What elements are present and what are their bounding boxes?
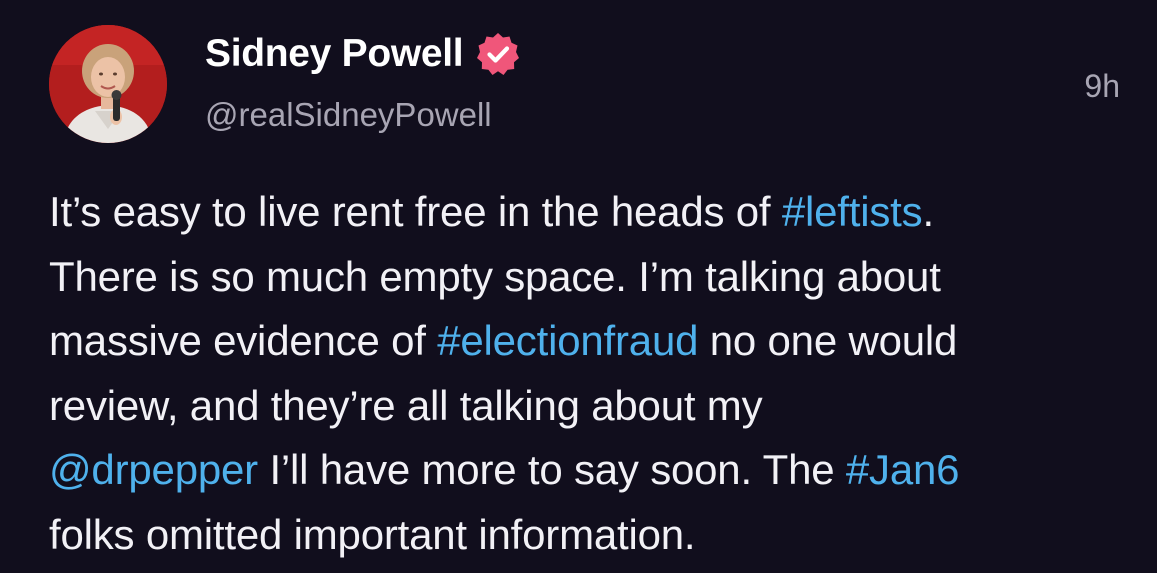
post-text-segment: I’ll have more to say soon. The [257,446,846,493]
author-handle[interactable]: @realSidneyPowell [205,96,492,134]
post-text-line: massive evidence of #electionfraud no on… [49,309,1129,374]
post-text-line: It’s easy to live rent free in the heads… [49,180,1129,245]
post-text-line: There is so much empty space. I’m talkin… [49,245,1129,310]
post-text-segment: no one would [698,317,958,364]
profile-photo [49,25,167,143]
post-card: Sidney Powell @realSidneyPowell 9h It’s … [0,0,1157,573]
post-text-segment: review, and they’re all talking about my [49,381,763,429]
mention-link[interactable]: @drpepper [49,446,258,493]
post-text-segment: folks omitted important information. [49,510,696,558]
post-text-line: folks omitted important information. [49,503,1129,568]
post-text-segment: . [922,188,934,235]
post-text-segment: It’s easy to live rent free in the heads… [49,188,782,235]
post-text-line: review, and they’re all talking about my [49,374,1129,439]
author-avatar[interactable] [49,25,167,143]
hashtag-link[interactable]: #electionfraud [437,317,698,364]
hashtag-link[interactable]: #Jan6 [846,446,960,493]
verified-badge-icon [477,33,520,75]
post-text: It’s easy to live rent free in the heads… [49,180,1129,567]
hashtag-link[interactable]: #leftists [782,188,923,235]
author-name-row: Sidney Powell [205,30,521,78]
author-display-name[interactable]: Sidney Powell [205,32,464,76]
post-text-line: @drpepper I’ll have more to say soon. Th… [49,438,1129,503]
post-timestamp[interactable]: 9h [1084,68,1120,105]
post-text-segment: There is so much empty space. I’m talkin… [49,252,941,300]
post-text-segment: massive evidence of [49,317,438,364]
